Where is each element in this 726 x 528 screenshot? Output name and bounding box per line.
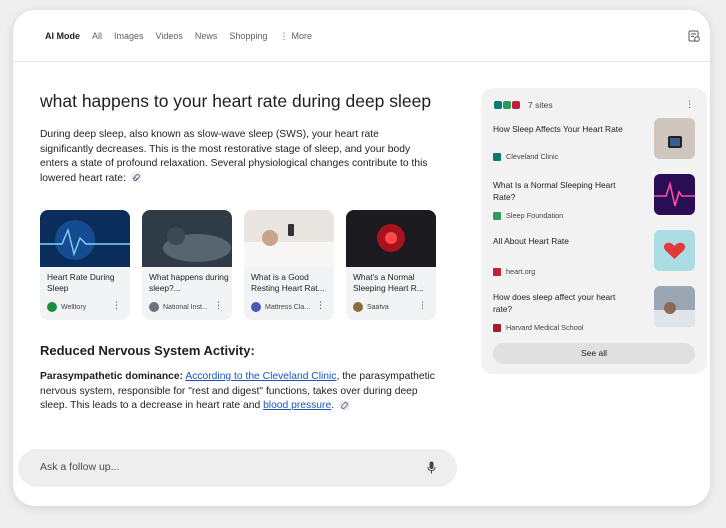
source-site: Harvard Medical School [493,323,583,332]
card-source-name: National Inst... [163,303,208,311]
sleep-foundation-icon [493,211,501,220]
sleeping-person-image [142,210,232,267]
woman-in-bed-image [244,210,334,267]
blood-pressure-link[interactable]: blood pressure [263,400,331,411]
more-vert-icon[interactable]: ⋮ [214,301,223,310]
source-site: Sleep Foundation [493,211,563,220]
query-heading: what happens to your heart rate during d… [40,91,432,111]
search-tabs: AI Mode All Images Videos News Shopping … [45,31,324,42]
answer-intro: During deep sleep, also known as slow-wa… [40,128,430,186]
more-vert-icon[interactable]: ⋮ [316,301,325,310]
cleveland-clinic-icon [493,152,501,161]
source-site-name: Cleveland Clinic [506,152,559,161]
card-title: What is a Good Resting Heart Rat... [251,272,325,293]
source-title: How does sleep affect your heart rate? [493,292,616,314]
cleveland-clinic-icon [494,101,502,109]
cleveland-clinic-link[interactable]: According to the Cleveland Clinic [185,371,336,382]
tab-images[interactable]: Images [114,31,144,42]
heart-org-icon [493,267,501,276]
source-site-name: Harvard Medical School [506,323,584,332]
sleep-foundation-icon [503,101,511,109]
card-source-name: Mattress Cla... [265,303,311,311]
history-icon[interactable] [688,30,700,42]
source-item[interactable]: What Is a Normal Sleeping Heart Rate? Sl… [493,174,695,225]
harvard-icon [493,323,501,332]
search-tabs-bar: AI Mode All Images Videos News Shopping … [13,10,710,62]
result-card[interactable]: What's a Normal Sleeping Heart R... Saat… [346,210,436,320]
section-heading: Reduced Nervous System Activity: [40,343,255,358]
answer-text: During deep sleep, also known as slow-wa… [40,129,428,184]
tab-more-label: More [291,31,312,41]
nih-icon [149,302,159,312]
card-source-name: Saatva [367,303,389,311]
more-vert-icon[interactable]: ⋮ [418,301,427,310]
card-title: Heart Rate During Sleep [47,272,115,293]
man-sleeping-image [654,286,695,327]
source-site: Cleveland Clinic [493,152,558,161]
para-lead: Parasympathetic dominance: [40,371,184,382]
card-source-name: Welltory [61,303,87,311]
image-cards: Heart Rate During Sleep Welltory ⋮ What … [40,210,436,320]
follow-up-input[interactable]: Ask a follow up... [18,449,457,487]
heartbeat-line-image [654,174,695,215]
ai-mode-window: AI Mode All Images Videos News Shopping … [13,10,710,506]
sources-header[interactable]: 7 sites [494,100,553,110]
tab-videos[interactable]: Videos [156,31,183,42]
site-favicons [494,101,521,109]
tab-ai-mode[interactable]: AI Mode [45,31,80,42]
more-vert-icon: ⋮ [279,31,289,41]
link-chip-icon[interactable] [130,172,142,184]
source-item[interactable]: How Sleep Affects Your Heart Rate Clevel… [493,118,695,169]
source-item[interactable]: How does sleep affect your heart rate? H… [493,286,695,337]
section-paragraph: Parasympathetic dominance: According to … [40,370,445,414]
welltory-icon [47,302,57,312]
para-tail: . [331,400,335,411]
more-vert-icon[interactable]: ⋮ [685,99,694,110]
source-title: All About Heart Rate [493,236,569,246]
glowing-heart-image [346,210,436,267]
source-site-name: heart.org [506,267,536,276]
mattress-clarity-icon [251,302,261,312]
result-card[interactable]: Heart Rate During Sleep Welltory ⋮ [40,210,130,320]
mic-icon[interactable] [427,461,436,474]
see-all-button[interactable]: See all [493,343,695,364]
result-card[interactable]: What is a Good Resting Heart Rat... Matt… [244,210,334,320]
source-title: How Sleep Affects Your Heart Rate [493,124,623,134]
saatva-icon [353,302,363,312]
result-card[interactable]: What happens during sleep?... National I… [142,210,232,320]
source-item[interactable]: All About Heart Rate heart.org [493,230,695,281]
follow-up-placeholder: Ask a follow up... [40,461,120,473]
source-title: What Is a Normal Sleeping Heart Rate? [493,180,616,202]
card-title: What happens during sleep?... [149,272,229,293]
heart-org-icon [512,101,520,109]
source-site-name: Sleep Foundation [506,211,564,220]
tab-news[interactable]: News [195,31,218,42]
source-site: heart.org [493,267,535,276]
tab-all[interactable]: All [92,31,102,42]
heart-hologram-image [40,210,130,267]
link-chip-icon[interactable] [338,399,350,411]
tab-more[interactable]: ⋮ More [279,31,312,42]
card-title: What's a Normal Sleeping Heart R... [353,272,424,293]
sources-count: 7 sites [528,100,553,110]
sources-panel: 7 sites ⋮ How Sleep Affects Your Heart R… [481,88,707,374]
smartwatch-sleep-image [654,118,695,159]
tab-shopping[interactable]: Shopping [229,31,267,42]
more-vert-icon[interactable]: ⋮ [112,301,121,310]
heart-icon-image [654,230,695,271]
